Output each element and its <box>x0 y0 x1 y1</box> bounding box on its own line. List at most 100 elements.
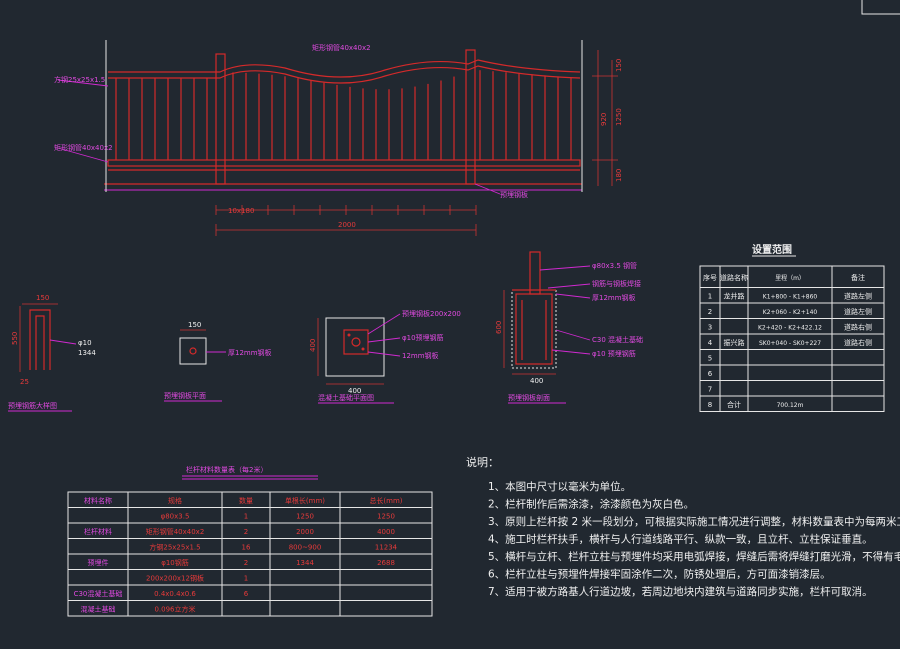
setup-header-cell: 备注 <box>851 273 865 282</box>
detail-embed-plate: 150 厚12mm钢板 预埋钢板平面 <box>164 321 272 402</box>
setup-cell: SK0+040 - SK0+227 <box>759 340 821 347</box>
material-table: 栏杆材料数量表（每2米） 材料名称 规格 数量 单根长(mm) 总长(mm) φ80x3.… <box>67 465 433 617</box>
setup-cell: K2+060 - K2+140 <box>763 309 818 316</box>
cad-drawing: 方钢25x25x1.5 矩形钢管40x40x2 矩形钢管40x40x2 150 … <box>8 0 900 617</box>
setup-cell: 2 <box>708 308 712 316</box>
column-label-4: C30 混凝土基础 <box>592 335 643 344</box>
material-cell: 16 <box>242 544 251 552</box>
column-label-3: 厚12mm钢板 <box>592 293 636 302</box>
embed-plate-tag: 预埋钢板 <box>500 190 528 199</box>
setup-cell: 4 <box>708 339 713 347</box>
setup-cell: 8 <box>708 401 712 409</box>
dim-1250: 1250 <box>615 108 623 126</box>
embed-steel-dim-25: 25 <box>20 378 29 386</box>
material-cell: 混凝土基础 <box>81 605 116 614</box>
material-cell: 预埋件 <box>88 558 109 567</box>
note-line: 5、横杆与立杆、栏杆立柱与预埋件均采用电弧焊接，焊缝后需将焊缝打磨光滑，不得有毛 <box>488 550 900 563</box>
material-cell: φ80x3.5 <box>161 513 190 521</box>
material-cell: 0.096立方米 <box>154 605 195 614</box>
material-header-cell: 总长(mm) <box>369 496 402 505</box>
setup-cell: 道路左侧 <box>844 292 872 301</box>
material-cell: φ10钢筋 <box>161 558 189 567</box>
setup-cell: 振兴路 <box>724 338 745 347</box>
concrete-base-title: 混凝土基础平面图 <box>318 393 374 402</box>
setup-cell: 1 <box>708 293 712 301</box>
note-line: 1、本图中尺寸以毫米为单位。 <box>488 480 631 493</box>
material-cell: 2 <box>244 528 248 536</box>
embed-plate-title: 预埋钢板平面 <box>164 391 206 400</box>
setup-cell: K2+420 - K2+422.12 <box>758 325 822 332</box>
concrete-label-3: 12mm钢板 <box>402 351 439 360</box>
column-dim-v: 600 <box>495 321 503 334</box>
detail-concrete-base: 400 400 预埋钢板200x200 φ10预埋钢筋 12mm钢板 混凝土基础… <box>309 309 461 404</box>
material-table-title: 栏杆材料数量表（每2米） <box>186 465 267 474</box>
material-header-cell: 材料名称 <box>84 496 112 505</box>
setup-cell: 道路右侧 <box>844 323 872 332</box>
material-cell: 2000 <box>296 528 314 536</box>
column-section-title: 预埋钢板剖面 <box>508 393 550 402</box>
frame-corner <box>861 0 900 15</box>
note-line: 2、栏杆制作后需涂漆，涂漆颜色为灰白色。 <box>488 498 694 511</box>
bottom-rail-label: 矩形钢管40x40x2 <box>54 143 113 152</box>
balusters <box>115 70 572 160</box>
material-cell: 6 <box>244 590 249 598</box>
concrete-label-1: 预埋钢板200x200 <box>402 309 461 318</box>
material-cell: 方钢25x25x1.5 <box>149 543 200 552</box>
material-cell: 栏杆材料 <box>84 527 112 536</box>
material-cell: 矩形钢管40x40x2 <box>146 527 205 536</box>
embed-steel-dim-150: 150 <box>36 294 49 302</box>
notes: 说明： 1、本图中尺寸以毫米为单位。 2、栏杆制作后需涂漆，涂漆颜色为灰白色。 3、… <box>466 455 900 598</box>
setup-cell: 3 <box>708 324 712 332</box>
setup-header-cell: 序号 <box>703 273 717 282</box>
material-header-cell: 数量 <box>239 496 253 505</box>
column-label-1: φ80x3.5 钢管 <box>592 261 637 270</box>
setup-cell: 道路左侧 <box>844 307 872 316</box>
note-line: 4、施工时栏杆扶手，横杆与人行道线路平行、纵款一致，且立杆、立柱保证垂直。 <box>488 533 873 546</box>
setup-header-cell: 道路名称 <box>720 273 748 282</box>
material-cell: 1 <box>244 513 248 521</box>
material-cell: 800~900 <box>289 544 322 552</box>
setup-header-cell: 里程（m） <box>775 274 805 282</box>
embed-steel-label-phi: φ10 <box>78 339 92 347</box>
post-left <box>215 53 226 185</box>
note-line: 7、适用于被方路基人行道边坡，若周边地块内建筑与道路同步实施，栏杆可取消。 <box>488 585 873 598</box>
setup-cell: 合计 <box>727 400 741 409</box>
column-dim-h: 400 <box>530 377 543 385</box>
material-cell: 4000 <box>377 528 395 536</box>
setup-cell: 龙井路 <box>724 292 745 301</box>
concrete-dim-v: 400 <box>309 339 317 352</box>
material-header-cell: 单根长(mm) <box>285 496 325 505</box>
dim-180: 180 <box>615 169 623 182</box>
material-cell: 1 <box>244 575 248 583</box>
embed-plate-dim: 150 <box>188 321 201 329</box>
top-rail-label: 矩形钢管40x40x2 <box>312 43 371 52</box>
setup-cell: K1+800 - K1+860 <box>763 294 818 301</box>
material-cell: C30混凝土基础 <box>74 589 123 598</box>
setup-cell: 7 <box>708 386 712 394</box>
embed-plate-label: 厚12mm钢板 <box>228 348 272 357</box>
material-cell: 1250 <box>296 513 314 521</box>
material-cell: 2 <box>244 559 248 567</box>
material-cell: 1344 <box>296 559 314 567</box>
material-header-cell: 规格 <box>168 496 182 505</box>
baluster-label: 方钢25x25x1.5 <box>54 75 105 84</box>
material-cell: 1250 <box>377 513 395 521</box>
embed-steel-dim-550: 550 <box>11 332 19 345</box>
note-line: 3、原则上栏杆按 2 米一段划分，可根据实际施工情况进行调整，材料数量表中为每两… <box>488 515 900 528</box>
material-cell: 11234 <box>375 544 398 552</box>
setup-table: 设置范围 序号 道路名称 里程（m） 备注 1 龙井路 K1+800 - K1+860 道路左… <box>699 243 885 412</box>
note-line: 6、栏杆立柱与预埋件焊接牢固涂作二次，防锈处理后，方可面漆销漆层。 <box>488 568 831 581</box>
material-cell: 2688 <box>377 559 395 567</box>
top-rail <box>108 59 581 78</box>
setup-table-title: 设置范围 <box>752 243 792 256</box>
column-label-2: 钢筋与钢板焊接 <box>592 279 641 288</box>
detail-embed-steel: 150 550 25 φ10 1344 预埋钢筋大样图 <box>8 294 96 412</box>
material-cell: 200x200x12钢板 <box>146 574 204 583</box>
material-cell: 0.4x0.4x0.6 <box>154 590 196 598</box>
dim-920: 920 <box>600 113 608 126</box>
dim-150: 150 <box>615 59 623 72</box>
spacing-text: 10x180 <box>228 207 254 215</box>
setup-cell: 700.12m <box>777 402 804 409</box>
total-width: 2000 <box>338 221 356 229</box>
detail-column-section: 600 400 φ80x3.5 钢管 钢筋与钢板焊接 厚12mm钢板 C30 混… <box>495 251 643 404</box>
